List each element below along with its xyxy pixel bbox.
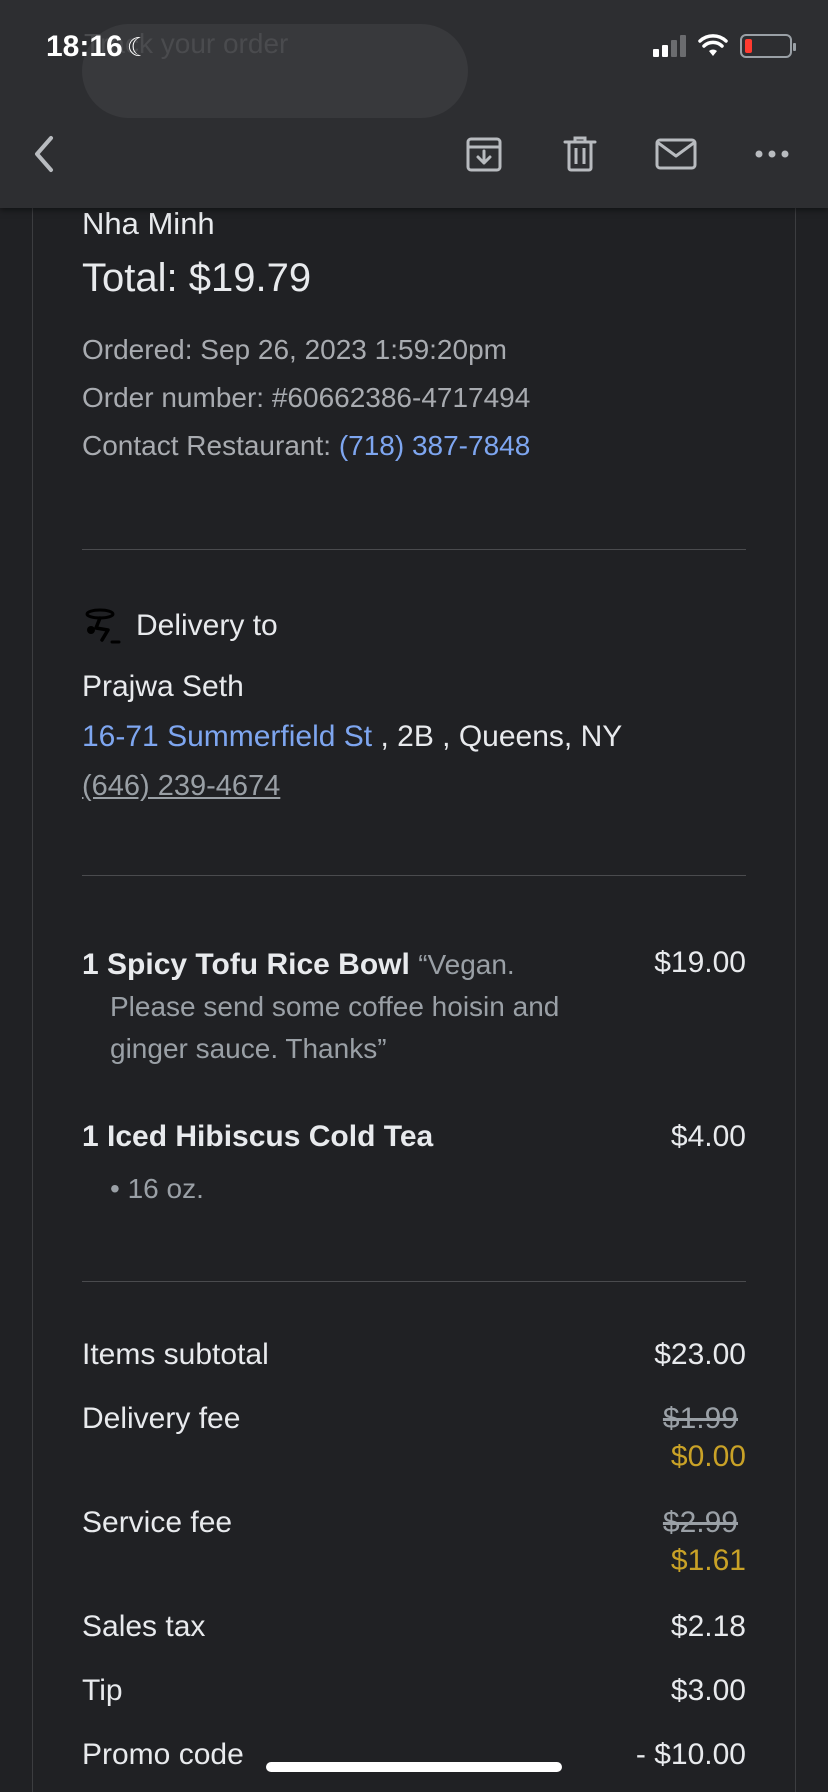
trash-icon [563,136,597,172]
delivery-address: 16-71 Summerfield St , 2B , Queens, NY [82,720,746,754]
divider [82,875,746,876]
promo-code-value: - $10.00 [635,1738,746,1771]
back-button[interactable] [16,126,72,182]
subtotal-value: $23.00 [654,1338,746,1371]
item-price: $19.00 [654,946,746,979]
contact-label: Contact Restaurant: [82,430,332,461]
sales-tax-value: $2.18 [670,1610,746,1643]
divider [82,1281,746,1282]
item-note: Please send some coffee hoisin and [110,991,560,1022]
top-app-bar: Track your order 18:16 ☾ [0,0,828,208]
order-number: Order number: #60662386-4717494 [82,382,531,413]
address-link[interactable]: 16-71 Summerfield St [82,720,372,753]
recipient-phone-row: (646) 239-4674 [82,770,746,803]
item-option: • 16 oz. [110,1173,204,1204]
ordered-date: Ordered: Sep 26, 2023 1:59:20pm [82,334,507,365]
archive-icon [466,137,502,172]
delivery-fee-original: $1.99 [662,1402,738,1435]
more-dots-icon [755,150,789,158]
moon-icon: ☾ [126,32,151,62]
address-rest: , 2B , Queens, NY [372,720,623,753]
item-note: ginger sauce. Thanks” [110,1033,387,1064]
tip-label: Tip [82,1674,123,1707]
delivery-fee-label: Delivery fee [82,1402,241,1435]
contact-restaurant: Contact Restaurant: (718) 387-7848 [82,430,746,462]
item-note: “Vegan. [418,949,515,980]
delivery-fee-value: $1.99 $0.00 [663,1402,746,1474]
service-fee-original: $2.99 [662,1506,738,1539]
signal-icon [653,35,686,57]
restaurant-name: Nha Minh [82,206,215,241]
mail-icon [655,138,697,170]
item-name: 1 Spicy Tofu Rice Bowl [82,948,410,981]
item-name: 1 Iced Hibiscus Cold Tea [82,1120,434,1153]
service-fee-value: $2.99 $1.61 [663,1506,746,1578]
service-fee-final: $1.61 [670,1544,746,1577]
home-indicator[interactable] [266,1762,562,1772]
scooter-icon [85,608,121,644]
delivery-fee-final: $0.00 [670,1440,746,1473]
order-item: 1 Spicy Tofu Rice Bowl “Vegan. Please se… [82,944,746,1070]
status-icons [653,34,796,58]
back-arrow-icon [35,136,53,172]
sales-tax-label: Sales tax [82,1610,206,1643]
mark-unread-button[interactable] [648,126,704,182]
recipient-name: Prajwa Seth [82,670,244,703]
divider [82,549,746,550]
delivery-heading: Delivery to [82,606,746,646]
delete-button[interactable] [552,126,608,182]
item-price: $4.00 [670,1120,746,1153]
wifi-icon [698,34,728,56]
tip-value: $3.00 [670,1674,746,1707]
status-time: 18:16 ☾ [46,30,150,64]
time-text: 18:16 [46,30,123,63]
archive-button[interactable] [456,126,512,182]
promo-code-label: Promo code [82,1738,244,1771]
delivery-heading-text: Delivery to [136,609,278,642]
more-options-button[interactable] [744,126,800,182]
restaurant-phone-link[interactable]: (718) 387-7848 [339,430,530,461]
subtotal-label: Items subtotal [82,1338,269,1371]
recipient-phone-link[interactable]: (646) 239-4674 [82,770,280,802]
order-total: Total: $19.79 [82,256,312,300]
service-fee-label: Service fee [82,1506,233,1539]
battery-icon [740,34,796,58]
order-item: 1 Iced Hibiscus Cold Tea • 16 oz. $4.00 [82,1120,746,1210]
